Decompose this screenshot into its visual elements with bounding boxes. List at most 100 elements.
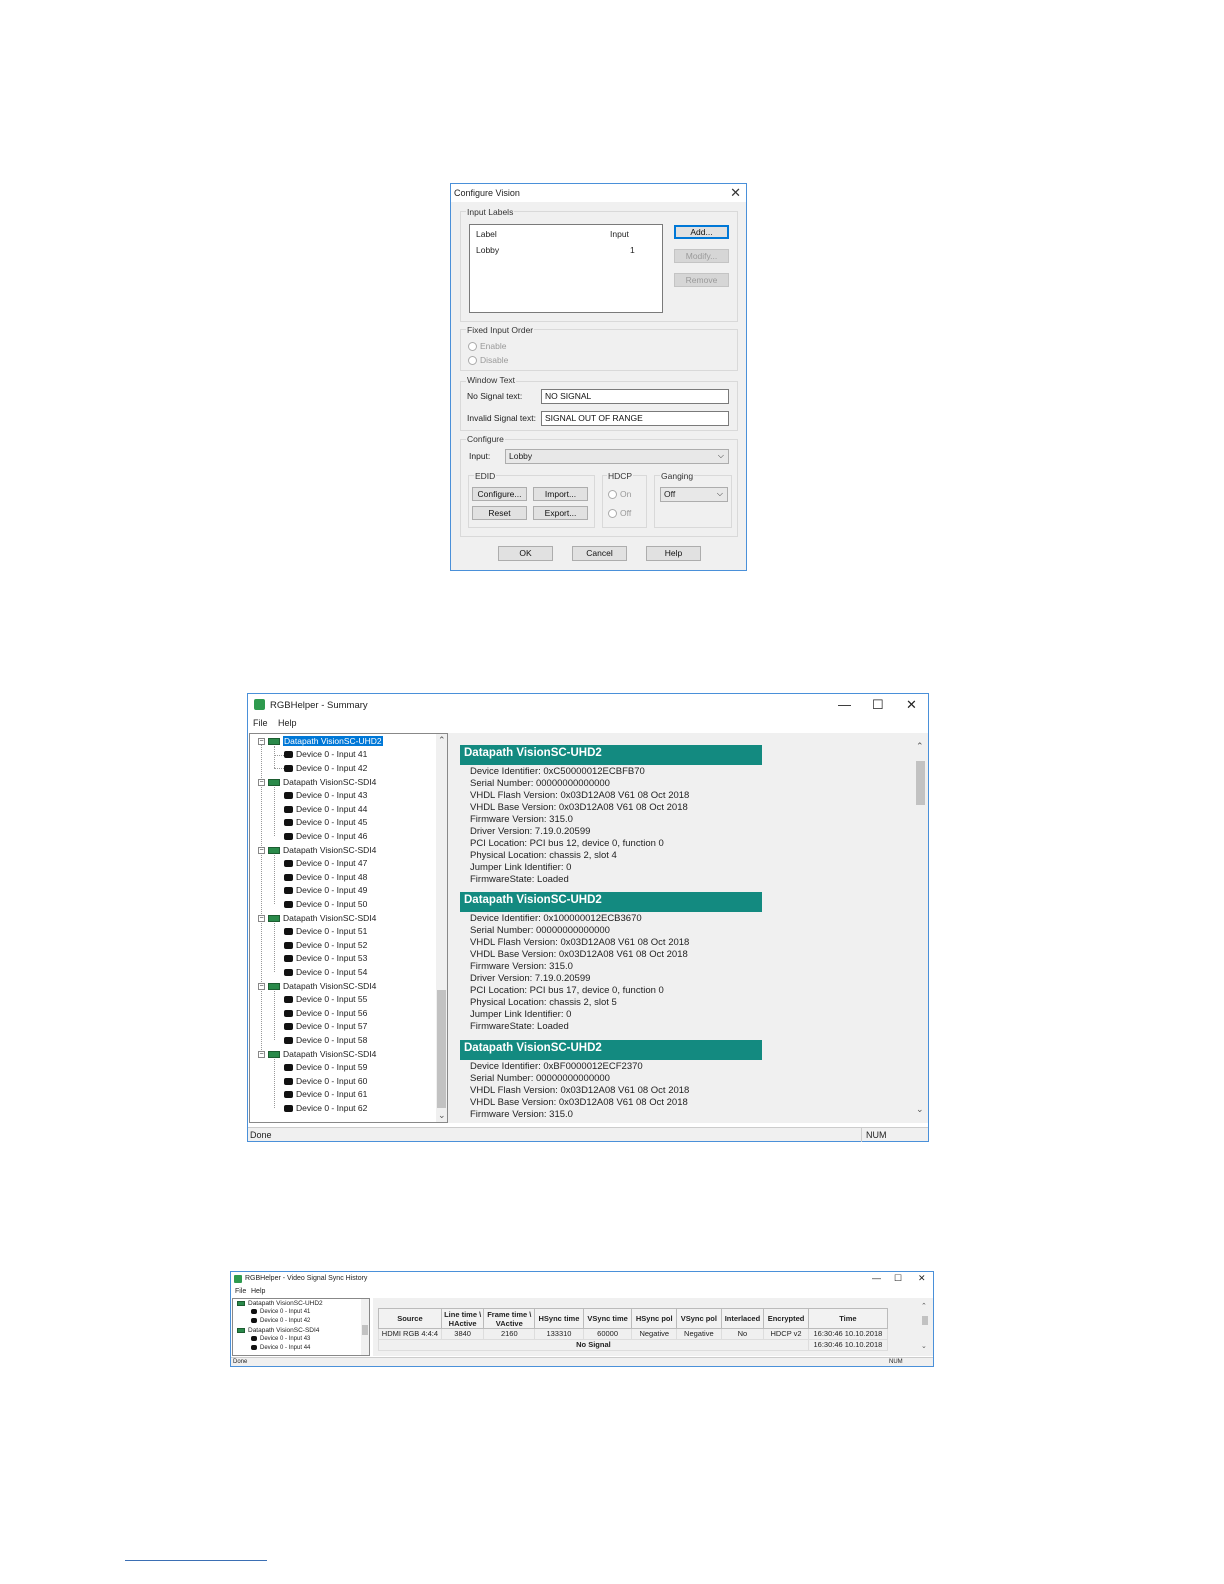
tree-item-input[interactable]: Device 0 - Input 59: [284, 1062, 367, 1072]
tree-item-input[interactable]: Device 0 - Input 46: [284, 831, 367, 841]
info-scrollbar[interactable]: ⌃ ⌄: [914, 739, 926, 1119]
cancel-button[interactable]: Cancel: [572, 546, 627, 561]
tree-item-device[interactable]: Datapath VisionSC-UHD2: [268, 736, 383, 746]
scroll-down-icon[interactable]: ⌄: [438, 1110, 446, 1121]
tree-item-device[interactable]: Datapath VisionSC-SDI4: [268, 913, 376, 923]
tree-item-input[interactable]: Device 0 - Input 52: [284, 940, 367, 950]
collapse-icon[interactable]: −: [258, 983, 265, 990]
collapse-icon[interactable]: −: [258, 738, 265, 745]
tree-scrollbar[interactable]: [361, 1299, 369, 1355]
col-vsync-pol[interactable]: VSync pol: [676, 1308, 722, 1329]
invalid-signal-text-field[interactable]: SIGNAL OUT OF RANGE: [541, 411, 729, 426]
tree-item-input[interactable]: Device 0 - Input 41: [251, 1309, 310, 1315]
scroll-up-icon[interactable]: ⌃: [916, 741, 924, 752]
tree-item-input[interactable]: Device 0 - Input 44: [284, 804, 367, 814]
tree-scrollbar-thumb[interactable]: [437, 990, 446, 1108]
maximize-icon[interactable]: ☐: [872, 697, 884, 713]
tree-item-input[interactable]: Device 0 - Input 57: [284, 1021, 367, 1031]
tree-scrollbar-thumb[interactable]: [362, 1325, 368, 1335]
add-button[interactable]: Add...: [674, 225, 729, 239]
tree-item-input[interactable]: Device 0 - Input 42: [251, 1318, 310, 1324]
menu-file[interactable]: File: [235, 1288, 246, 1295]
tree-item-input[interactable]: Device 0 - Input 50: [284, 899, 367, 909]
close-icon[interactable]: ✕: [906, 697, 917, 713]
col-encrypted[interactable]: Encrypted: [763, 1308, 809, 1329]
ok-button[interactable]: OK: [498, 546, 553, 561]
edid-export-button[interactable]: Export...: [533, 506, 588, 520]
tree-item-input[interactable]: Device 0 - Input 41: [284, 749, 367, 759]
tree-item-input[interactable]: Device 0 - Input 47: [284, 858, 367, 868]
tree-item-input[interactable]: Device 0 - Input 48: [284, 872, 367, 882]
edid-configure-button[interactable]: Configure...: [472, 487, 527, 501]
tree-item-input[interactable]: Device 0 - Input 49: [284, 885, 367, 895]
modify-button[interactable]: Modify...: [674, 249, 729, 263]
col-line-time[interactable]: Line time \ HActive: [440, 1308, 485, 1329]
tree-item-input[interactable]: Device 0 - Input 42: [284, 763, 367, 773]
col-time[interactable]: Time: [807, 1308, 889, 1329]
collapse-icon[interactable]: −: [258, 1051, 265, 1058]
table-row[interactable]: HDMI RGB 4:4:4 3840 2160 133310 60000 Ne…: [378, 1328, 889, 1340]
tree-item-input[interactable]: Device 0 - Input 43: [284, 790, 367, 800]
col-hsync-time[interactable]: HSync time: [534, 1308, 584, 1329]
list-item-label[interactable]: Lobby: [476, 245, 499, 255]
scroll-up-icon[interactable]: ⌃: [438, 735, 446, 746]
tree-item-device[interactable]: Datapath VisionSC-UHD2: [237, 1300, 323, 1307]
col-hsync-pol[interactable]: HSync pol: [631, 1308, 678, 1329]
col-frame-time[interactable]: Frame time \ VActive: [483, 1308, 536, 1329]
tree-item-input[interactable]: Device 0 - Input 62: [284, 1103, 367, 1113]
tree-item-device[interactable]: Datapath VisionSC-SDI4: [268, 777, 376, 787]
history-device-tree[interactable]: Datapath VisionSC-UHD2 Device 0 - Input …: [232, 1298, 370, 1356]
tree-item-input[interactable]: Device 0 - Input 45: [284, 817, 367, 827]
input-labels-list[interactable]: Label Input Lobby 1: [469, 224, 663, 313]
menu-help[interactable]: Help: [251, 1288, 265, 1295]
tree-item-input[interactable]: Device 0 - Input 55: [284, 994, 367, 1004]
tree-item-device[interactable]: Datapath VisionSC-SDI4: [268, 981, 376, 991]
tree-item-input[interactable]: Device 0 - Input 51: [284, 926, 367, 936]
tree-item-device[interactable]: Datapath VisionSC-SDI4: [237, 1327, 319, 1334]
hdcp-off-radio[interactable]: [608, 509, 617, 518]
scroll-down-icon[interactable]: ⌄: [921, 1342, 927, 1350]
tree-item-input[interactable]: Device 0 - Input 44: [251, 1345, 310, 1351]
tree-item-input[interactable]: Device 0 - Input 43: [251, 1336, 310, 1342]
device-tree[interactable]: − Datapath VisionSC-UHD2 Device 0 - Inpu…: [249, 733, 448, 1123]
minimize-icon[interactable]: —: [838, 697, 851, 712]
table-row[interactable]: No Signal 16:30:46 10.10.2018: [378, 1339, 889, 1351]
tree-item-input[interactable]: Device 0 - Input 53: [284, 953, 367, 963]
history-scrollbar-thumb[interactable]: [922, 1316, 928, 1325]
collapse-icon[interactable]: −: [258, 847, 265, 854]
remove-button[interactable]: Remove: [674, 273, 729, 287]
tree-scrollbar[interactable]: ⌃ ⌄: [436, 734, 447, 1122]
tree-item-input[interactable]: Device 0 - Input 61: [284, 1089, 367, 1099]
scroll-up-icon[interactable]: ⌃: [921, 1302, 927, 1310]
list-item-input[interactable]: 1: [630, 245, 635, 255]
tree-item-input[interactable]: Device 0 - Input 60: [284, 1076, 367, 1086]
tree-item-input[interactable]: Device 0 - Input 54: [284, 967, 367, 977]
scroll-down-icon[interactable]: ⌄: [916, 1104, 924, 1115]
col-vsync-time[interactable]: VSync time: [582, 1308, 633, 1329]
col-source[interactable]: Source: [378, 1308, 442, 1329]
help-button[interactable]: Help: [646, 546, 701, 561]
history-scrollbar[interactable]: ⌃ ⌄: [920, 1302, 930, 1354]
disable-radio[interactable]: [468, 356, 477, 365]
edid-reset-button[interactable]: Reset: [472, 506, 527, 520]
edid-import-button[interactable]: Import...: [533, 487, 588, 501]
hdcp-on-radio[interactable]: [608, 490, 617, 499]
tree-item-device[interactable]: Datapath VisionSC-SDI4: [268, 845, 376, 855]
maximize-icon[interactable]: ☐: [894, 1273, 902, 1284]
no-signal-text-field[interactable]: NO SIGNAL: [541, 389, 729, 404]
tree-item-input[interactable]: Device 0 - Input 56: [284, 1008, 367, 1018]
collapse-icon[interactable]: −: [258, 915, 265, 922]
input-select[interactable]: Lobby ⌵: [505, 449, 729, 464]
minimize-icon[interactable]: —: [872, 1273, 881, 1283]
ganging-select[interactable]: Off ⌵: [660, 487, 728, 502]
col-interlaced[interactable]: Interlaced: [720, 1308, 765, 1329]
enable-radio[interactable]: [468, 342, 477, 351]
tree-item-device[interactable]: Datapath VisionSC-SDI4: [268, 1049, 376, 1059]
close-icon[interactable]: ✕: [918, 1273, 926, 1284]
collapse-icon[interactable]: −: [258, 779, 265, 786]
info-scrollbar-thumb[interactable]: [916, 761, 925, 805]
menu-help[interactable]: Help: [278, 718, 297, 728]
tree-item-input[interactable]: Device 0 - Input 58: [284, 1035, 367, 1045]
close-icon[interactable]: ✕: [730, 185, 741, 201]
menu-file[interactable]: File: [253, 718, 268, 728]
